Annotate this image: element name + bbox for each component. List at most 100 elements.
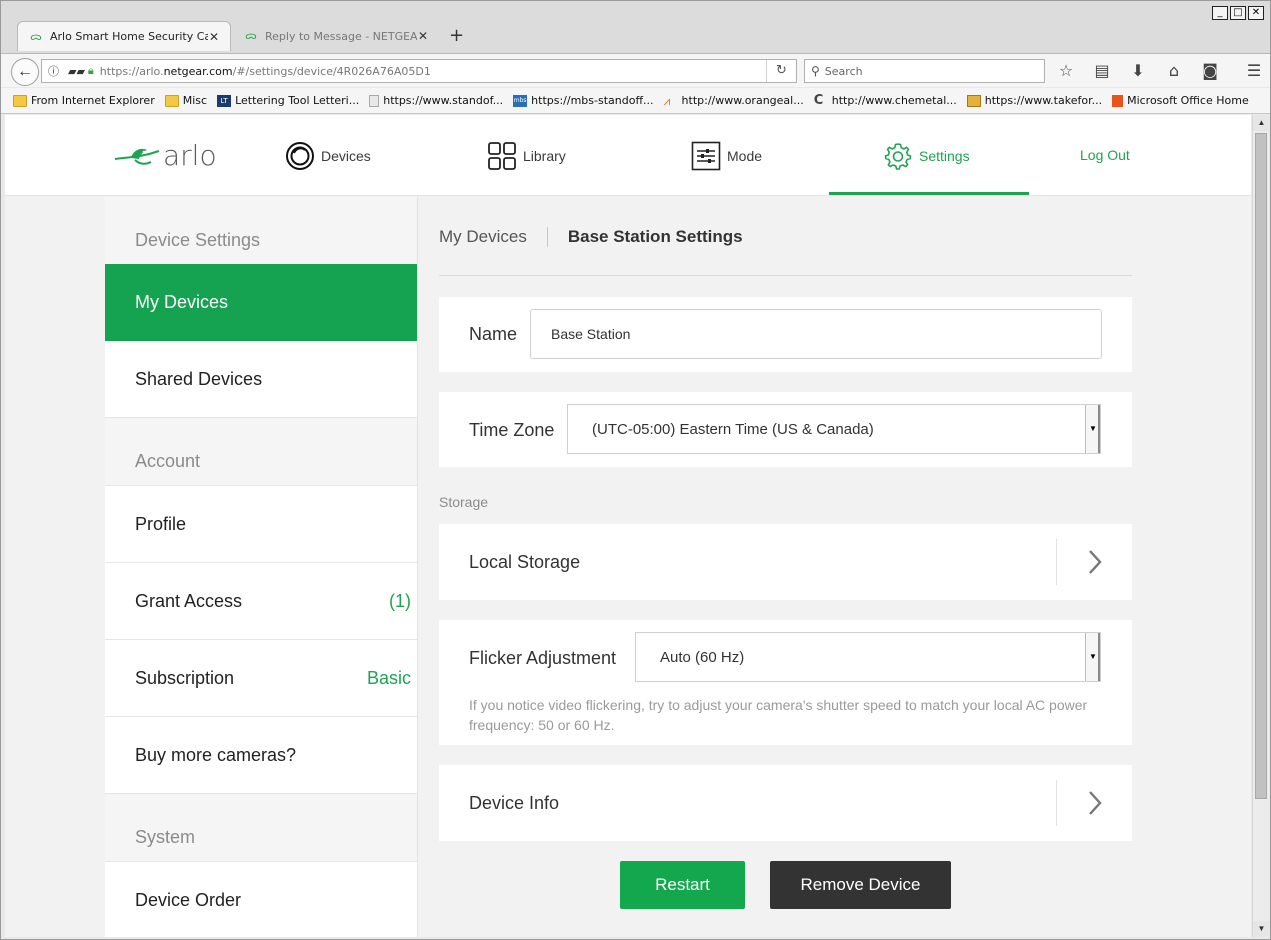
bookmark-item[interactable]: LT Lettering Tool Letteri... [217,94,359,107]
sidebar-item-my-devices[interactable]: My Devices [105,264,417,341]
local-storage-chevron[interactable] [1056,539,1132,585]
pocket-icon[interactable]: ◙ [1199,60,1221,82]
bookmarks-bar: From Internet Explorer Misc LT Lettering … [1,88,1270,114]
folder-icon [164,94,179,107]
dropdown-arrow-icon[interactable]: ▼ [1085,633,1100,681]
folder-icon [13,94,27,107]
storage-section-label: Storage [439,494,489,510]
tab-close-icon[interactable]: ✕ [208,30,220,44]
grant-access-count: (1) [389,590,411,611]
bookmark-item[interactable]: mbs https://mbs-standoff... [513,94,654,107]
sliders-icon [691,141,721,171]
nav-devices-label: Devices [321,148,371,164]
nav-settings[interactable]: Settings [883,141,970,171]
sidebar-item-label: My Devices [135,292,229,312]
flicker-select[interactable]: Auto (60 Hz) ▼ [635,632,1101,682]
scroll-thumb[interactable] [1255,133,1267,799]
bookmark-item[interactable]: Misc [164,94,207,107]
sidebar-item-label: Subscription [135,667,235,688]
grid-icon [488,142,516,170]
office-icon [1112,94,1124,107]
download-icon[interactable]: ⬇ [1127,60,1149,82]
device-info-row[interactable]: Device Info [439,765,1132,841]
gear-icon [884,143,912,170]
back-arrow-icon[interactable]: ← [11,58,39,86]
remove-device-button[interactable]: Remove Device [770,861,951,909]
local-storage-row[interactable]: Local Storage [439,524,1132,600]
reading-list-icon[interactable]: ▤ [1091,60,1113,82]
netgear-favicon-icon: ᯅ [245,29,257,42]
orange-logo-icon: ⩘ [663,93,671,108]
nav-devices[interactable]: Devices [285,141,371,171]
sidebar-item-profile[interactable]: Profile [105,486,417,563]
bookmark-item[interactable]: Chttp://www.chemetal... [814,94,957,108]
scroll-down-arrow-icon[interactable]: ▼ [1253,921,1270,937]
mbs-icon: mbs [513,94,528,107]
lettering-tool-icon: LT [217,94,232,107]
logo-text: arlo [163,139,217,172]
device-info-chevron[interactable] [1056,780,1132,826]
navigation-toolbar: ← ⓘ ▰▰ 🔒︎ https://arlo.netgear.com/#/set… [1,53,1270,87]
arlo-bird-icon [114,148,160,165]
arlo-logo[interactable]: arlo [113,139,217,172]
sidebar-item-device-order[interactable]: Device Order [105,862,417,937]
scroll-up-arrow-icon[interactable]: ▲ [1253,115,1270,131]
new-tab-icon[interactable]: + [449,25,464,46]
timezone-select[interactable]: (UTC-05:00) Eastern Time (US & Canada) ▼ [567,404,1101,454]
sidebar-item-buy-cameras[interactable]: Buy more cameras? [105,717,417,794]
page-title: Base Station Settings [567,227,743,246]
sidebar-item-shared-devices[interactable]: Shared Devices [105,341,417,418]
nav-mode[interactable]: Mode [691,141,762,171]
restart-button[interactable]: Restart [620,861,745,909]
bookmark-item[interactable]: Microsoft Office Home [1112,94,1249,107]
tab-netgear[interactable]: ᯅ Reply to Message - NETGEAR... ✕ [233,21,439,51]
page-icon [369,94,380,107]
sidebar-item-label: Shared Devices [135,368,263,389]
minimize-button[interactable]: _ [1212,6,1228,20]
nav-library-label: Library [523,148,566,164]
bookmark-item[interactable]: ⩘ http://www.orangeal... [664,94,804,107]
bookmark-item[interactable]: https://www.standof... [369,94,503,107]
arlo-favicon-icon: ᯅ [30,29,42,43]
sidebar-item-grant-access[interactable]: Grant Access (1) [105,563,417,640]
bookmark-star-icon[interactable]: ☆ [1055,60,1077,82]
breadcrumb: My Devices Base Station Settings [439,227,743,247]
name-label: Name [469,324,518,344]
dropdown-arrow-icon[interactable]: ▼ [1085,405,1100,453]
maximize-button[interactable]: □ [1230,6,1246,20]
lock-icon[interactable]: 🔒︎ [88,64,94,78]
browser-window: _ □ ✕ ᯅ Arlo Smart Home Security Ca... ✕… [0,0,1271,940]
tab-close-icon[interactable]: ✕ [417,29,429,43]
breadcrumb-my-devices[interactable]: My Devices [439,227,527,247]
tab-title: Arlo Smart Home Security Ca... [50,30,208,43]
search-icon: ⚲ [811,64,820,78]
logout-link[interactable]: Log Out [1080,147,1130,163]
sidebar-item-subscription[interactable]: Subscription Basic [105,640,417,717]
bookmark-item[interactable]: https://www.takefor... [966,94,1102,107]
reload-icon[interactable]: ↻ [766,60,796,82]
home-icon[interactable]: ⌂ [1163,60,1185,82]
browser-toolbar-icons: ☆ ▤ ⬇ ⌂ ◙ ☰ [1055,60,1265,82]
search-input[interactable]: ⚲ Search [804,59,1045,83]
nav-settings-label: Settings [919,148,970,164]
camera-permission-icon[interactable]: ▰▰ [68,65,85,78]
close-window-button[interactable]: ✕ [1248,6,1264,20]
name-field[interactable] [530,309,1102,359]
flicker-label: Flicker Adjustment [469,648,617,668]
divider [439,275,1132,276]
app-header: arlo Devices Library Mode Settings Log O… [5,115,1251,196]
bookmark-item[interactable]: From Internet Explorer [13,94,155,107]
info-icon[interactable]: ⓘ [48,63,59,79]
menu-icon[interactable]: ☰ [1243,60,1265,82]
address-bar[interactable]: ⓘ ▰▰ 🔒︎ https://arlo.netgear.com/#/setti… [41,59,797,83]
nav-mode-label: Mode [727,148,763,164]
nav-library[interactable]: Library [487,141,566,171]
flicker-value: Auto (60 Hz) [660,648,745,666]
sidebar-header-account: Account [105,418,417,486]
subscription-plan: Basic [366,667,411,688]
flicker-help-text: If you notice video flickering, try to a… [469,697,1088,733]
device-info-label: Device Info [469,793,560,813]
url-text[interactable]: https://arlo.netgear.com/#/settings/devi… [100,65,766,78]
tab-arlo[interactable]: ᯅ Arlo Smart Home Security Ca... ✕ [17,21,231,51]
vertical-scrollbar[interactable]: ▲ ▼ [1252,115,1270,937]
